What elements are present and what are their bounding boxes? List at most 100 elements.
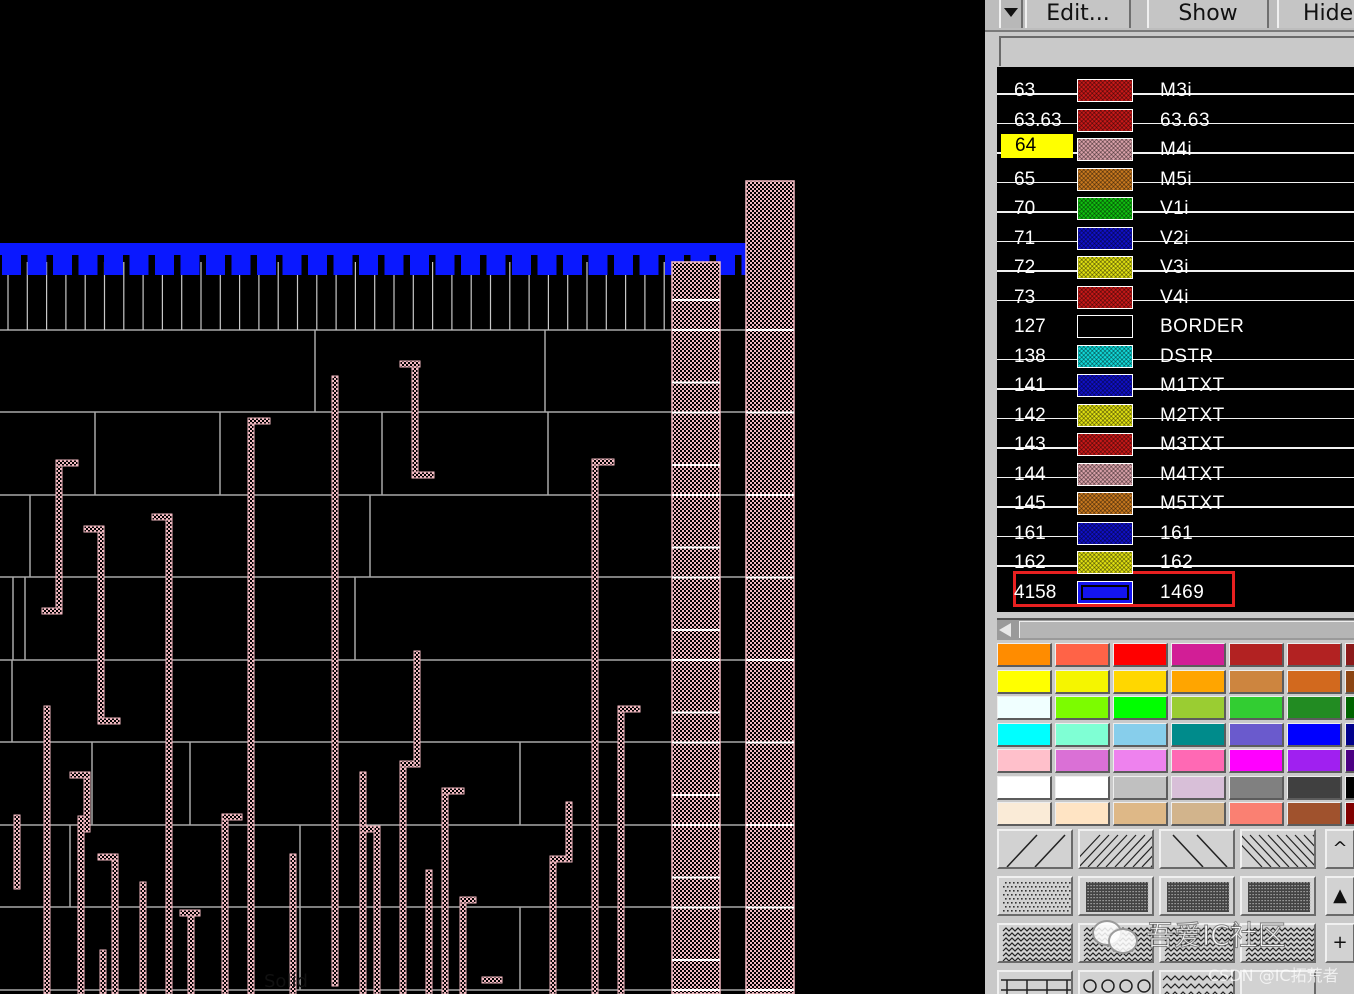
palette-color-cell[interactable] xyxy=(1229,643,1284,667)
palette-color-cell[interactable] xyxy=(1171,722,1226,747)
palette-color-cell[interactable] xyxy=(997,802,1052,826)
layer-row[interactable]: 142 M2TXT xyxy=(997,398,1354,427)
layer-color-swatch[interactable] xyxy=(1077,167,1133,191)
palette-color-cell[interactable] xyxy=(1229,749,1284,773)
palette-color-cell[interactable] xyxy=(1055,696,1110,720)
palette-color-cell[interactable] xyxy=(1287,643,1342,667)
palette-color-cell[interactable] xyxy=(997,749,1052,773)
layer-row[interactable]: 138 DSTR xyxy=(997,339,1354,368)
layer-row[interactable]: 71 V2i xyxy=(997,221,1354,250)
palette-color-cell[interactable] xyxy=(997,669,1052,694)
layer-color-swatch[interactable] xyxy=(1077,580,1133,604)
filter-dropdown-button[interactable] xyxy=(999,0,1023,28)
layer-row[interactable]: 144 M4TXT xyxy=(997,457,1354,486)
palette-color-cell[interactable] xyxy=(1171,643,1226,667)
palette-color-cell[interactable] xyxy=(997,775,1052,800)
layer-color-swatch[interactable] xyxy=(1077,492,1133,515)
edit-button[interactable]: Edit... xyxy=(1025,0,1131,28)
stipple-pattern-button[interactable] xyxy=(1078,829,1154,869)
layer-color-swatch[interactable] xyxy=(1077,433,1133,456)
layer-row[interactable]: 161 161 xyxy=(997,516,1354,545)
layer-color-swatch[interactable] xyxy=(1077,403,1133,427)
palette-color-cell[interactable] xyxy=(1287,775,1342,800)
palette-color-cell[interactable] xyxy=(1287,722,1342,747)
palette-color-cell[interactable] xyxy=(1229,775,1284,800)
palette-color-cell[interactable] xyxy=(1345,669,1354,694)
layer-row[interactable]: 73 V4i xyxy=(997,280,1354,309)
palette-color-cell[interactable] xyxy=(1229,722,1284,747)
show-button[interactable]: Show xyxy=(1147,0,1269,28)
stipple-pattern-button[interactable] xyxy=(997,829,1073,869)
stipple-pattern-button[interactable] xyxy=(1159,876,1235,916)
palette-color-cell[interactable] xyxy=(1055,643,1110,667)
stipple-pattern-button[interactable] xyxy=(997,876,1073,916)
layer-row[interactable]: 145 M5TXT xyxy=(997,486,1354,515)
layer-color-swatch[interactable] xyxy=(1077,197,1133,220)
palette-color-cell[interactable] xyxy=(1345,696,1354,720)
layer-color-swatch[interactable] xyxy=(1077,521,1133,545)
palette-color-cell[interactable] xyxy=(1287,802,1342,826)
layer-row[interactable]: 72 V3i xyxy=(997,250,1354,279)
palette-color-cell[interactable] xyxy=(1171,696,1226,720)
stipple-pattern-button[interactable] xyxy=(1078,876,1154,916)
layer-color-swatch[interactable] xyxy=(1077,285,1133,309)
palette-color-cell[interactable] xyxy=(1113,669,1168,694)
palette-color-cell[interactable] xyxy=(1287,669,1342,694)
layer-color-swatch[interactable] xyxy=(1077,256,1133,279)
layer-row[interactable]: 63 M3i xyxy=(997,73,1354,102)
palette-color-cell[interactable] xyxy=(1171,669,1226,694)
stipple-pattern-button[interactable] xyxy=(997,923,1073,963)
palette-color-cell[interactable] xyxy=(1171,802,1226,826)
hide-button[interactable]: Hide xyxy=(1277,0,1354,28)
layer-row[interactable]: 63.63 63.63 xyxy=(997,103,1354,132)
layout-canvas[interactable] xyxy=(0,0,985,994)
layer-color-swatch[interactable] xyxy=(1077,315,1133,338)
stipple-pattern-button[interactable] xyxy=(1159,829,1235,869)
palette-color-cell[interactable] xyxy=(1345,643,1354,667)
palette-color-cell[interactable] xyxy=(1229,669,1284,694)
layer-color-swatch[interactable] xyxy=(1077,79,1133,102)
layer-row[interactable]: 65 M5i xyxy=(997,162,1354,191)
stipple-pattern-button[interactable] xyxy=(1240,876,1316,916)
palette-color-cell[interactable] xyxy=(997,643,1052,667)
layer-row[interactable]: 127 BORDER xyxy=(997,309,1354,338)
layer-row[interactable]: 162 162 xyxy=(997,545,1354,574)
palette-color-cell[interactable] xyxy=(1113,722,1168,747)
layer-color-swatch[interactable] xyxy=(1077,551,1133,574)
palette-color-cell[interactable] xyxy=(1287,696,1342,720)
scroll-left-icon[interactable] xyxy=(999,623,1011,637)
add-stipple-button[interactable]: + xyxy=(1325,923,1354,963)
layer-list[interactable]: 63 M3i 63.63 63.63 64 M4i 65 M5i 70 V1i 71 V2i 72 V3i… xyxy=(997,67,1354,612)
palette-color-cell[interactable] xyxy=(1055,749,1110,773)
palette-color-cell[interactable] xyxy=(1055,722,1110,747)
palette-color-cell[interactable] xyxy=(1171,775,1226,800)
palette-color-cell[interactable] xyxy=(1113,749,1168,773)
palette-color-cell[interactable] xyxy=(1113,775,1168,800)
palette-color-cell[interactable] xyxy=(1229,802,1284,826)
palette-color-cell[interactable] xyxy=(1229,696,1284,720)
layer-color-swatch[interactable] xyxy=(1077,374,1133,397)
layer-color-swatch[interactable] xyxy=(1077,462,1133,486)
layer-color-swatch[interactable] xyxy=(1077,138,1133,161)
layer-row[interactable]: 143 M3TXT xyxy=(997,427,1354,456)
palette-color-cell[interactable] xyxy=(1055,669,1110,694)
palette-color-cell[interactable] xyxy=(1345,775,1354,800)
palette-color-cell[interactable] xyxy=(1345,722,1354,747)
layer-color-swatch[interactable] xyxy=(1077,226,1133,250)
horizontal-scrollbar[interactable] xyxy=(997,618,1354,640)
palette-color-cell[interactable] xyxy=(1171,749,1226,773)
palette-color-cell[interactable] xyxy=(1345,749,1354,773)
palette-color-cell[interactable] xyxy=(1113,643,1168,667)
palette-color-cell[interactable] xyxy=(1287,749,1342,773)
layer-filter-field[interactable] xyxy=(999,36,1354,66)
scrollbar-thumb[interactable] xyxy=(1019,621,1354,638)
layer-row[interactable]: 64 M4i xyxy=(997,132,1354,161)
layer-color-swatch[interactable] xyxy=(1077,344,1133,368)
scroll-down-button[interactable]: ▲ xyxy=(1325,876,1354,916)
palette-color-cell[interactable] xyxy=(997,722,1052,747)
layer-color-swatch[interactable] xyxy=(1077,108,1133,132)
stipple-pattern-button[interactable] xyxy=(997,970,1073,994)
scroll-up-button[interactable]: ^ xyxy=(1325,829,1354,869)
palette-color-cell[interactable] xyxy=(1055,775,1110,800)
layer-row[interactable]: 4158 1469 xyxy=(997,575,1354,604)
